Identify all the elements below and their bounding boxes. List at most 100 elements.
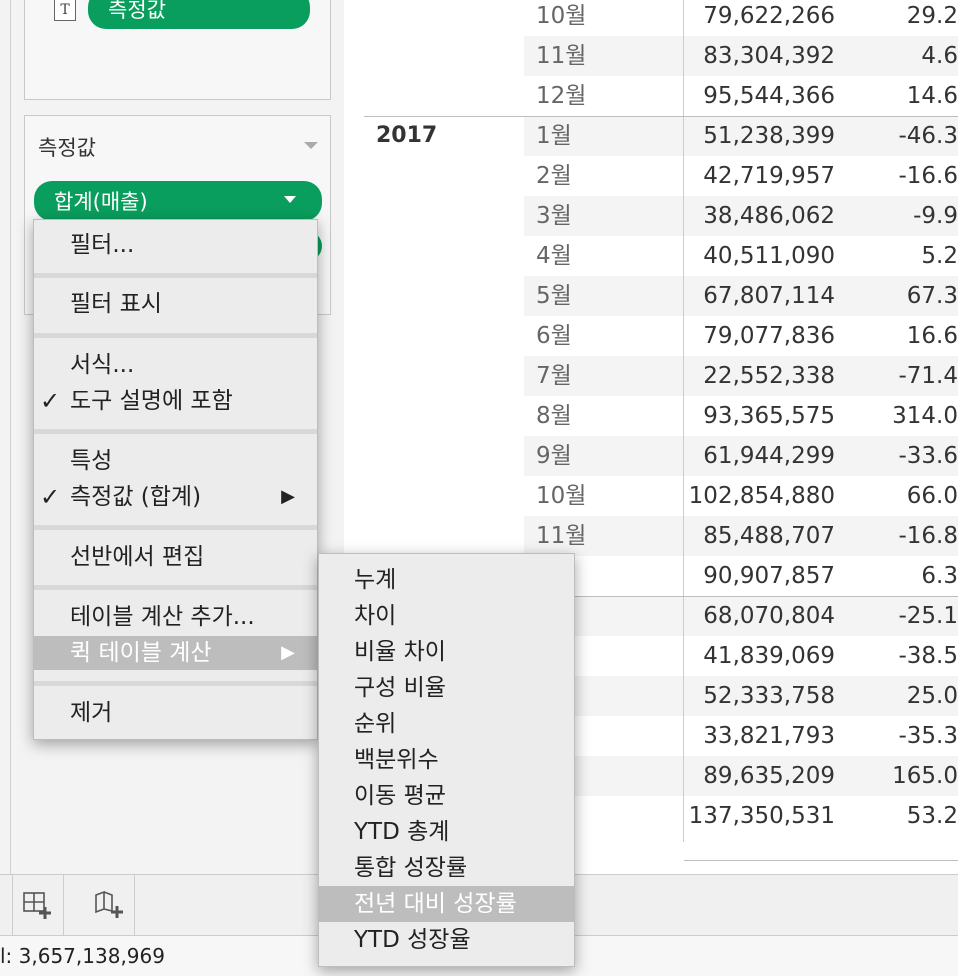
menu-item-show-filter[interactable]: 필터 표시 bbox=[34, 287, 317, 321]
year-label-2017: 2017 bbox=[376, 123, 438, 148]
month-cell: 10월 bbox=[536, 3, 587, 29]
menu-item-quick-table-calc[interactable]: 퀵 테이블 계산 ▶ bbox=[34, 636, 317, 670]
panel-divider bbox=[10, 0, 11, 874]
sales-value-cell: 95,544,366 bbox=[703, 83, 835, 109]
card-title: 측정값 bbox=[38, 136, 96, 160]
month-cell: 1월 bbox=[536, 123, 572, 149]
menu-item-include-in-tooltip[interactable]: ✓ 도구 설명에 포함 bbox=[34, 384, 317, 418]
month-cell: 11월 bbox=[536, 523, 587, 549]
pill-context-menu: 필터... 필터 표시 서식... ✓ 도구 설명에 포함 특성 ✓ 측정값 (… bbox=[33, 219, 318, 740]
submenu-item-label: 순위 bbox=[354, 711, 397, 737]
month-cell: 3월 bbox=[536, 203, 572, 229]
menu-item-measure-sum[interactable]: ✓ 측정값 (합계) ▶ bbox=[34, 480, 317, 514]
submenu-item[interactable]: 백분위수 bbox=[319, 742, 574, 778]
submenu-item[interactable]: 구성 비율 bbox=[319, 670, 574, 706]
sales-value-cell: 33,821,793 bbox=[703, 723, 835, 749]
sales-value-cell: 22,552,338 bbox=[703, 363, 835, 389]
sales-value-cell: 83,304,392 bbox=[703, 43, 835, 69]
checkmark-icon: ✓ bbox=[40, 483, 61, 511]
sales-value-cell: 89,635,209 bbox=[703, 763, 835, 789]
submenu-arrow-icon: ▶ bbox=[281, 486, 295, 507]
sales-value-cell: 61,944,299 bbox=[703, 443, 835, 469]
submenu-item[interactable]: 통합 성장률 bbox=[319, 850, 574, 886]
submenu-item[interactable]: 전년 대비 성장률 bbox=[319, 886, 574, 922]
month-cell: 8월 bbox=[536, 403, 572, 429]
submenu-item-label: YTD 성장율 bbox=[354, 927, 471, 953]
submenu-item-label: 차이 bbox=[354, 603, 397, 629]
sales-value-cell: 52,333,758 bbox=[703, 683, 835, 709]
sales-value-cell: 90,907,857 bbox=[703, 563, 835, 589]
growth-pct-cell: 25.0 bbox=[906, 683, 958, 709]
growth-pct-cell: -9.9 bbox=[913, 203, 958, 229]
growth-pct-cell: -16.8 bbox=[898, 523, 958, 549]
menu-separator bbox=[34, 525, 317, 530]
growth-pct-cell: 4.6 bbox=[921, 43, 958, 69]
year-separator bbox=[575, 596, 958, 597]
card-menu-caret-icon[interactable] bbox=[304, 142, 318, 149]
measure-names-pill[interactable]: 측정값 bbox=[88, 0, 310, 29]
month-cell: 10월 bbox=[536, 483, 587, 509]
sales-value-cell: 40,511,090 bbox=[703, 243, 835, 269]
submenu-item[interactable]: 누계 bbox=[319, 562, 574, 598]
growth-pct-cell: -38.5 bbox=[898, 643, 958, 669]
growth-pct-cell: -71.4 bbox=[898, 363, 958, 389]
table-bottom-border bbox=[684, 860, 958, 861]
status-total: l: 3,657,138,969 bbox=[0, 944, 165, 968]
month-cell: 4월 bbox=[536, 243, 572, 269]
sales-value-cell: 79,622,266 bbox=[703, 3, 835, 29]
pill-label: 합계(매출) bbox=[54, 190, 148, 214]
month-cell: 9월 bbox=[536, 443, 572, 469]
month-cell: 2월 bbox=[536, 163, 572, 189]
sales-value-cell: 38,486,062 bbox=[703, 203, 835, 229]
growth-pct-cell: 314.0 bbox=[892, 403, 958, 429]
menu-item-filter[interactable]: 필터... bbox=[34, 228, 317, 262]
growth-pct-cell: -16.6 bbox=[898, 163, 958, 189]
tab-bar-edge bbox=[0, 875, 13, 935]
sales-value-cell: 51,238,399 bbox=[703, 123, 835, 149]
submenu-item[interactable]: YTD 성장율 bbox=[319, 922, 574, 958]
submenu-item[interactable]: 차이 bbox=[319, 598, 574, 634]
menu-item-remove[interactable]: 제거 bbox=[34, 696, 317, 730]
menu-separator bbox=[34, 681, 317, 686]
submenu-item[interactable]: 비율 차이 bbox=[319, 634, 574, 670]
menu-item-edit-in-shelf[interactable]: 선반에서 편집 bbox=[34, 540, 317, 574]
pill-label: 측정값 bbox=[108, 0, 166, 22]
menu-separator bbox=[34, 585, 317, 590]
submenu-item-label: 통합 성장률 bbox=[354, 855, 468, 881]
growth-pct-cell: -35.3 bbox=[898, 723, 958, 749]
sum-sales-pill[interactable]: 합계(매출) bbox=[34, 181, 322, 221]
sales-value-cell: 79,077,836 bbox=[703, 323, 835, 349]
menu-separator bbox=[34, 273, 317, 278]
year-separator bbox=[364, 116, 958, 117]
growth-pct-cell: 5.2 bbox=[921, 243, 958, 269]
growth-pct-cell: 29.2 bbox=[906, 3, 958, 29]
growth-pct-cell: 14.6 bbox=[906, 83, 958, 109]
submenu-item[interactable]: 이동 평균 bbox=[319, 778, 574, 814]
submenu-item-label: YTD 총계 bbox=[354, 819, 450, 845]
new-story-button[interactable] bbox=[84, 875, 135, 935]
sales-value-cell: 93,365,575 bbox=[703, 403, 835, 429]
growth-pct-cell: 67.3 bbox=[906, 283, 958, 309]
growth-pct-cell: 6.3 bbox=[921, 563, 958, 589]
menu-separator bbox=[34, 333, 317, 338]
new-dashboard-button[interactable] bbox=[13, 875, 64, 935]
month-cell: 12월 bbox=[536, 83, 587, 109]
month-cell: 11월 bbox=[536, 43, 587, 69]
submenu-item[interactable]: 순위 bbox=[319, 706, 574, 742]
menu-item-format[interactable]: 서식... bbox=[34, 348, 317, 382]
sales-value-cell: 137,350,531 bbox=[688, 803, 835, 829]
submenu-item-label: 구성 비율 bbox=[354, 675, 446, 701]
menu-item-add-table-calc[interactable]: 테이블 계산 추가... bbox=[34, 600, 317, 634]
pill-dropdown-icon[interactable] bbox=[284, 196, 296, 203]
menu-item-attribute[interactable]: 특성 bbox=[34, 444, 317, 478]
sales-value-cell: 102,854,880 bbox=[688, 483, 835, 509]
sales-value-cell: 41,839,069 bbox=[703, 643, 835, 669]
quick-table-calc-submenu: 누계차이비율 차이구성 비율순위백분위수 이동 평균 YTD 총계통합 성장률전년 … bbox=[318, 553, 575, 967]
sales-value-cell: 67,807,114 bbox=[703, 283, 835, 309]
submenu-item-label: 비율 차이 bbox=[354, 639, 446, 665]
new-dashboard-icon bbox=[23, 892, 51, 919]
growth-pct-cell: 66.0 bbox=[906, 483, 958, 509]
sales-value-cell: 68,070,804 bbox=[703, 603, 835, 629]
submenu-item[interactable]: YTD 총계 bbox=[319, 814, 574, 850]
growth-pct-cell: -25.1 bbox=[898, 603, 958, 629]
